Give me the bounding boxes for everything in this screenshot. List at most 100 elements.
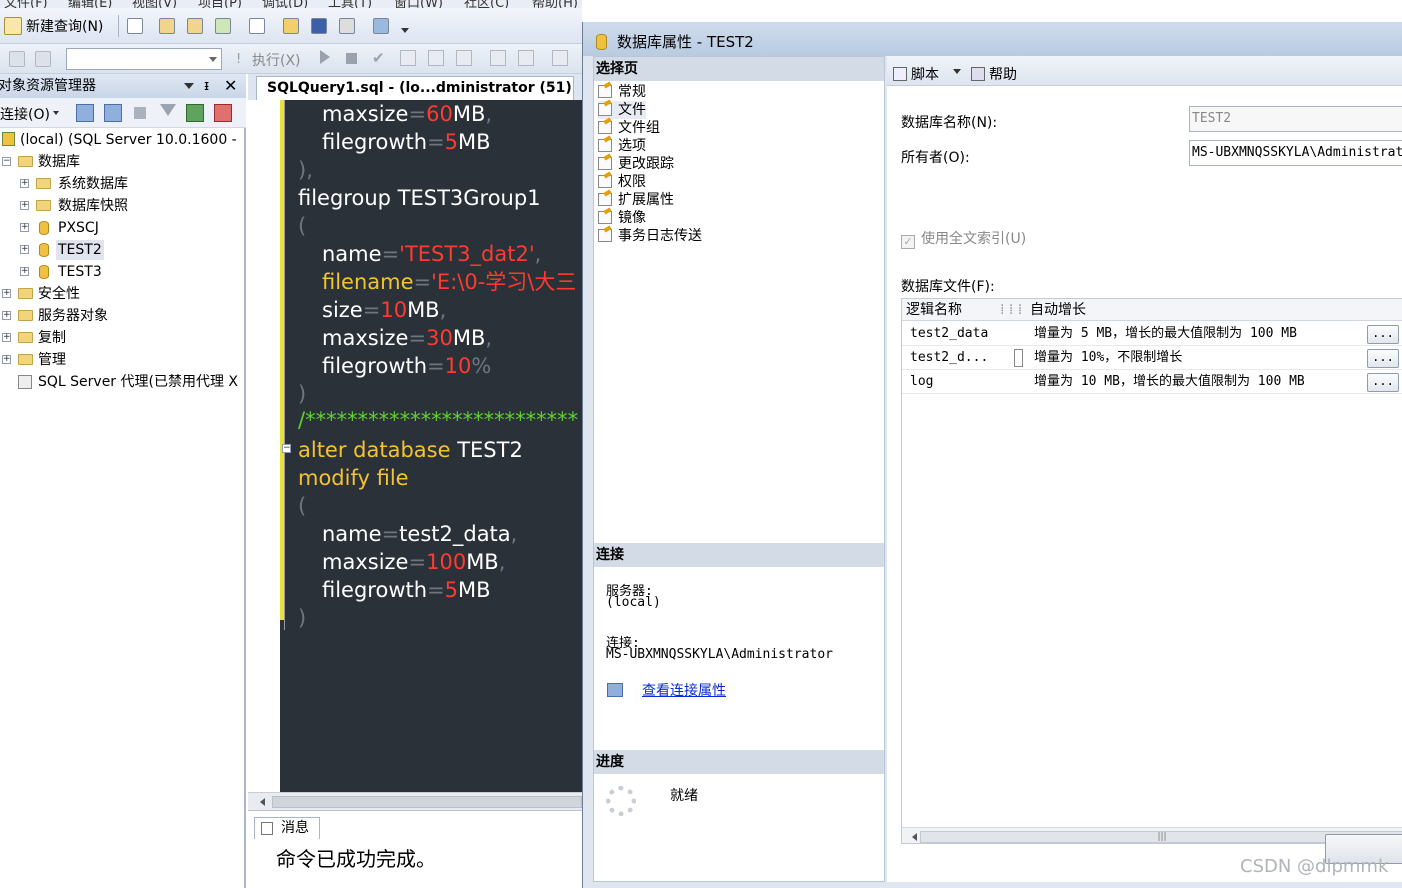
databases-node[interactable]: − 数据库: [2, 152, 242, 172]
collapse-region-icon[interactable]: −: [282, 444, 291, 453]
editor-horizontal-scrollbar[interactable]: [248, 792, 582, 810]
dialog-toolbar: 脚本 帮助: [887, 56, 1402, 86]
owner-field[interactable]: MS-UBXMNQSSKYLA\Administrat: [1189, 140, 1402, 166]
page-files[interactable]: 文件: [598, 101, 646, 119]
security-node[interactable]: + 安全性: [2, 284, 242, 304]
view-connection-properties-link[interactable]: 查看连接属性: [642, 680, 726, 700]
print-button[interactable]: [336, 15, 358, 37]
activity-monitor-button[interactable]: [370, 15, 392, 37]
menu-debug[interactable]: 调试(D): [262, 0, 308, 8]
code-line: maxsize=60MB,: [322, 102, 493, 126]
standard-toolbar: 新建查询(N): [0, 8, 582, 44]
query-options-icon[interactable]: [428, 50, 444, 66]
sql-agent-node[interactable]: SQL Server 代理(已禁用代理 X: [18, 372, 246, 392]
change-connection-button[interactable]: [32, 48, 54, 70]
client-stats-icon[interactable]: [518, 50, 534, 66]
expand-icon[interactable]: +: [20, 179, 29, 188]
replication-node[interactable]: + 复制: [2, 328, 242, 348]
code-line: size=10MB,: [322, 298, 447, 322]
fulltext-checkbox[interactable]: ✓ 使用全文索引(U): [901, 228, 1026, 249]
page-options[interactable]: 选项: [598, 137, 646, 155]
edit-autogrowth-button[interactable]: ...: [1367, 373, 1399, 392]
db-name-field[interactable]: TEST2: [1189, 106, 1402, 132]
disconnect-icon[interactable]: [104, 104, 122, 122]
page-mirroring[interactable]: 镜像: [598, 209, 646, 227]
expand-icon[interactable]: +: [2, 355, 11, 364]
parse-check-icon[interactable]: ✔: [372, 49, 385, 67]
collapse-icon[interactable]: −: [2, 157, 11, 166]
menu-project[interactable]: 项目(P): [198, 0, 242, 8]
page-log-shipping[interactable]: 事务日志传送: [598, 227, 702, 245]
expand-icon[interactable]: +: [20, 201, 29, 210]
database-engine-query-button[interactable]: [156, 15, 178, 37]
intellisense-icon[interactable]: [456, 50, 472, 66]
activity-monitor-icon[interactable]: [214, 104, 232, 122]
table-row[interactable]: test2_data 增量为 5 MB，增长的最大值限制为 100 MB ...: [902, 322, 1402, 346]
database-snapshots-node[interactable]: + 数据库快照: [20, 196, 240, 216]
stop-icon[interactable]: [346, 53, 357, 64]
page-filegroups[interactable]: 文件组: [598, 119, 660, 137]
new-query-button[interactable]: 新建查询(N): [4, 15, 103, 37]
save-button[interactable]: [308, 15, 330, 37]
col-autogrowth[interactable]: 自动增长: [1030, 299, 1086, 321]
stop-icon[interactable]: [134, 107, 146, 119]
page-general[interactable]: 常规: [598, 83, 646, 101]
database-pxscj-node[interactable]: + PXSCJ: [20, 218, 240, 238]
expand-icon[interactable]: +: [20, 267, 29, 276]
tab-sqlquery1[interactable]: SQLQuery1.sql - (lo...dministrator (51))…: [256, 76, 574, 100]
connect-explorer-icon[interactable]: [76, 104, 94, 122]
management-node[interactable]: + 管理: [2, 350, 242, 370]
pin-icon[interactable]: ᵻ: [204, 74, 209, 98]
script-dropdown-icon[interactable]: [953, 69, 961, 78]
menu-view[interactable]: 视图(V): [132, 0, 177, 8]
display-plan-icon[interactable]: [400, 50, 416, 66]
menu-community[interactable]: 社区(C): [464, 0, 509, 8]
execute-button[interactable]: 执行(X): [252, 50, 301, 70]
edit-autogrowth-button[interactable]: ...: [1367, 325, 1399, 344]
expand-icon[interactable]: +: [2, 289, 11, 298]
database-select[interactable]: [66, 48, 222, 70]
analysis-query-button[interactable]: [184, 15, 206, 37]
expand-icon[interactable]: +: [2, 311, 11, 320]
help-button[interactable]: 帮助: [971, 64, 1017, 84]
system-databases-node[interactable]: + 系统数据库: [20, 174, 240, 194]
scroll-left-icon[interactable]: [256, 798, 265, 806]
new-file-button[interactable]: [124, 15, 146, 37]
connect-button[interactable]: [6, 48, 28, 70]
menu-window[interactable]: 窗口(W): [394, 0, 443, 8]
server-objects-node[interactable]: + 服务器对象: [2, 306, 242, 326]
scrollbar-thumb[interactable]: [272, 796, 582, 808]
server-node[interactable]: (local) (SQL Server 10.0.1600 -: [2, 130, 237, 150]
menu-file[interactable]: 文件(F): [4, 0, 48, 8]
filter-icon[interactable]: [160, 104, 176, 124]
close-icon[interactable]: ✕: [224, 74, 237, 98]
results-to-text-icon[interactable]: [552, 50, 568, 66]
database-test3-node[interactable]: + TEST3: [20, 262, 240, 282]
debug-play-icon[interactable]: [320, 50, 337, 64]
menu-tools[interactable]: 工具(T): [328, 0, 372, 8]
database-test2-node[interactable]: + TEST2: [20, 240, 240, 260]
expand-icon[interactable]: +: [20, 245, 29, 254]
include-plan-icon[interactable]: [490, 50, 506, 66]
expand-icon[interactable]: +: [2, 333, 11, 342]
xmla-query-button[interactable]: [246, 15, 268, 37]
edit-autogrowth-button[interactable]: ...: [1367, 349, 1399, 368]
panel-dropdown-icon[interactable]: [184, 83, 194, 94]
scroll-left-icon[interactable]: [908, 833, 917, 841]
tab-messages[interactable]: 消息: [254, 817, 320, 839]
sql-code-editor[interactable]: maxsize=60MB, filegrowth=5MB ), filegrou…: [248, 100, 582, 792]
page-permissions[interactable]: 权限: [598, 173, 646, 191]
toolbar-overflow-button[interactable]: [398, 20, 412, 42]
script-button[interactable]: 脚本: [893, 64, 939, 84]
expand-icon[interactable]: +: [20, 223, 29, 232]
connect-dropdown[interactable]: 连接(O): [0, 104, 59, 124]
menu-help[interactable]: 帮助(H): [532, 0, 578, 8]
refresh-icon[interactable]: [186, 104, 204, 122]
open-file-button[interactable]: [280, 15, 302, 37]
mdx-query-button[interactable]: [212, 15, 234, 37]
table-row[interactable]: log 增量为 10 MB，增长的最大值限制为 100 MB ...: [902, 370, 1402, 394]
table-row[interactable]: test2_d... 增量为 10%，不限制增长 ...: [902, 346, 1402, 370]
col-logical-name[interactable]: 逻辑名称: [906, 299, 962, 321]
menu-edit[interactable]: 编辑(E): [68, 0, 112, 8]
page-icon: [598, 175, 612, 188]
